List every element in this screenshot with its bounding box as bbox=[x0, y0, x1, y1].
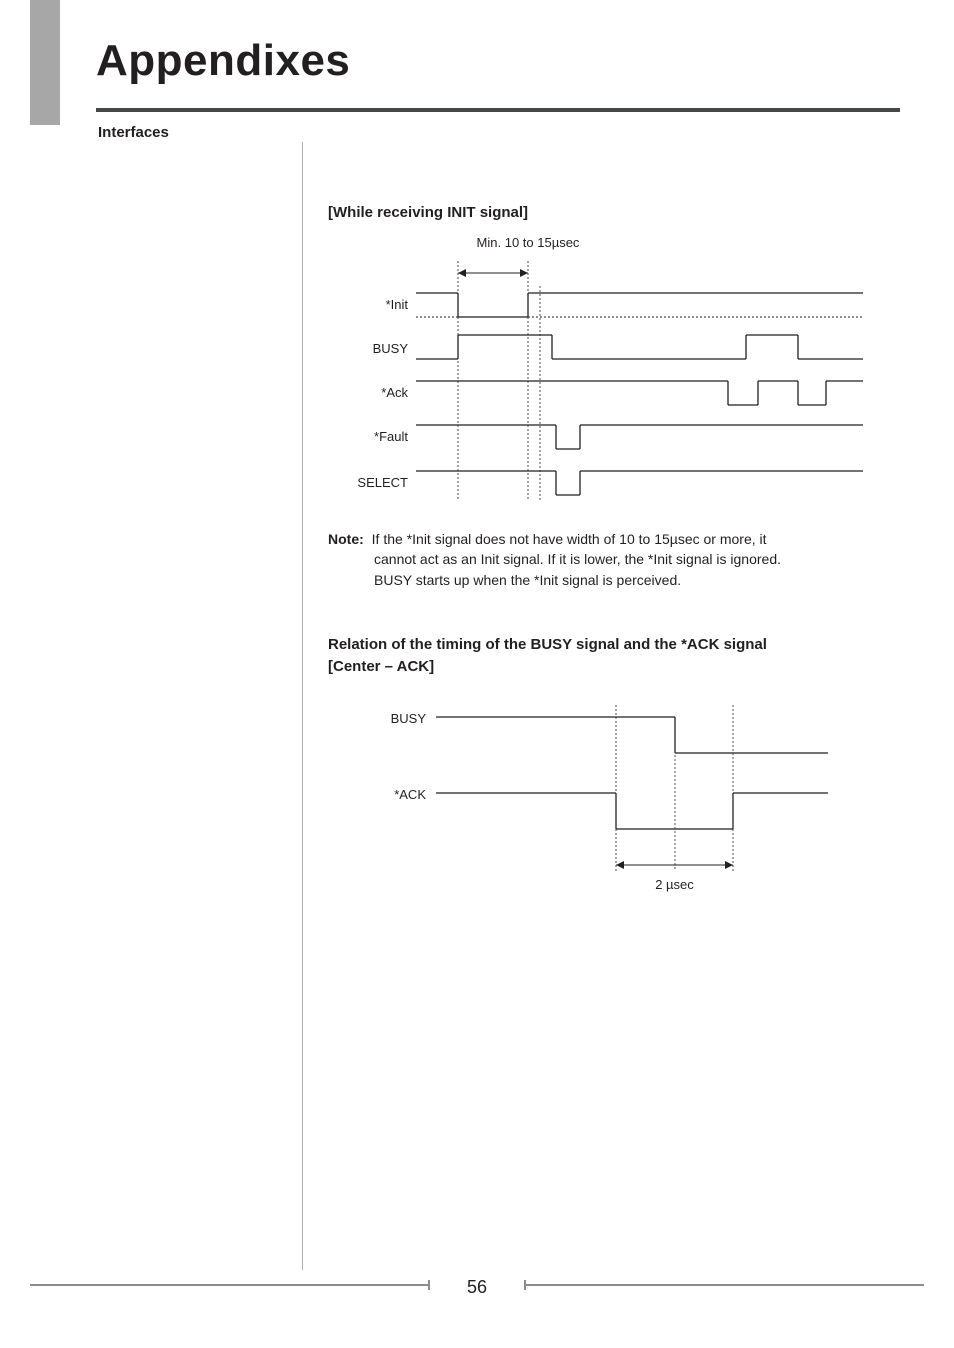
note-block: Note: If the *Init signal does not have … bbox=[328, 529, 888, 590]
note-line2: cannot act as an Init signal. If it is l… bbox=[328, 549, 781, 569]
page: Appendixes Interfaces [While receiving I… bbox=[0, 0, 954, 1348]
diagram2-heading-line2: [Center – ACK] bbox=[328, 658, 434, 675]
section-label: Interfaces bbox=[98, 124, 169, 141]
page-number: 56 bbox=[0, 1277, 954, 1298]
side-tab bbox=[30, 0, 60, 125]
diagram2-bottom-label: 2 µsec bbox=[616, 877, 733, 892]
note-line3: BUSY starts up when the *Init signal is … bbox=[328, 570, 681, 590]
signal-label-fault: *Fault bbox=[328, 429, 408, 444]
title-rule bbox=[96, 108, 900, 112]
diagram1-heading: [While receiving INIT signal] bbox=[328, 204, 888, 221]
note-line1: If the *Init signal does not have width … bbox=[372, 531, 767, 547]
vertical-divider bbox=[302, 142, 303, 1270]
diagram2-heading: Relation of the timing of the BUSY signa… bbox=[328, 634, 888, 678]
signal-label-ack: *Ack bbox=[328, 385, 408, 400]
diagram2-heading-line1: Relation of the timing of the BUSY signa… bbox=[328, 636, 767, 653]
signal-label-init: *Init bbox=[328, 297, 408, 312]
signal-label-ack2: *ACK bbox=[328, 787, 426, 802]
signal-label-busy: BUSY bbox=[328, 341, 408, 356]
page-title: Appendixes bbox=[96, 36, 350, 86]
content-column: [While receiving INIT signal] bbox=[328, 204, 888, 905]
diagram1-svg bbox=[328, 231, 888, 511]
signal-label-busy2: BUSY bbox=[328, 711, 426, 726]
signal-label-select: SELECT bbox=[328, 475, 408, 490]
note-label: Note: bbox=[328, 531, 364, 547]
timing-diagram-init: Min. 10 to 15µsec *Init BUSY *Ack *Fault… bbox=[328, 231, 888, 511]
diagram1-top-label: Min. 10 to 15µsec bbox=[458, 235, 598, 250]
timing-diagram-ack: BUSY *ACK 2 µsec bbox=[328, 695, 888, 905]
